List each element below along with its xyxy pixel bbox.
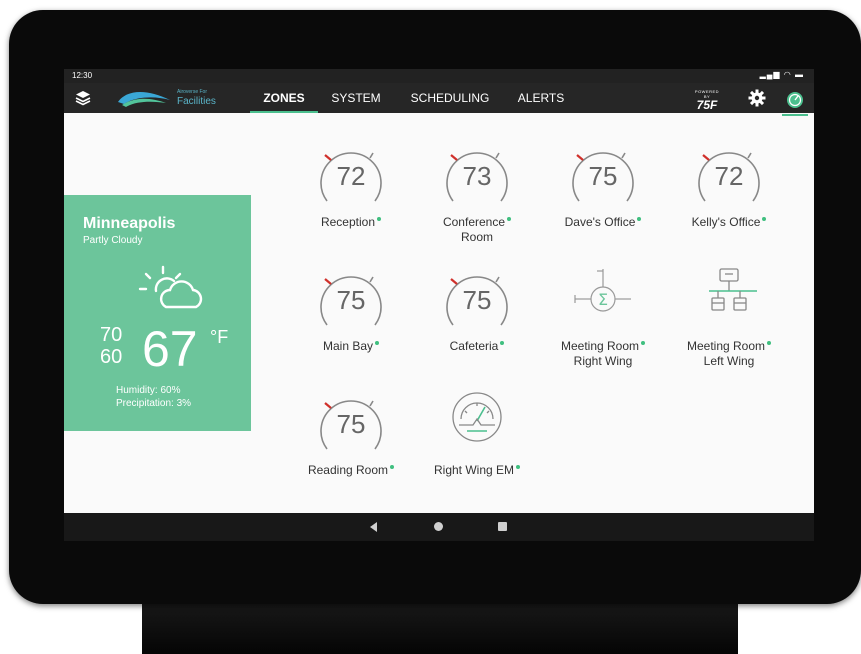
status-dot: [516, 465, 521, 469]
zone-temp-value: 72: [715, 161, 744, 191]
tab-alerts[interactable]: ALERTS: [512, 83, 570, 113]
tab-scheduling[interactable]: SCHEDULING: [400, 83, 500, 113]
dashboard-gauge-icon: [787, 92, 803, 108]
app-screen: 12:30 ▂▄▆ ◠ ▬ Airoverse For Facilities Z…: [64, 69, 814, 541]
zone-tile-meeting-room-left-wing[interactable]: Meeting Room Left Wing: [669, 265, 789, 375]
zone-label: Main Bay: [291, 339, 411, 354]
thermostat-dial: 72: [698, 152, 760, 202]
zone-tile-reception[interactable]: 72 Reception: [291, 141, 411, 251]
zone-label: Right Wing EM: [417, 463, 537, 478]
wifi-icon: ◠: [783, 70, 792, 79]
zone-label-line1: Meeting Room: [686, 339, 766, 353]
zone-tile-meeting-room-right-wing[interactable]: Σ Meeting Room Right Wing: [543, 265, 663, 375]
signal-icon: ▂▄▆: [759, 70, 781, 79]
network-icon: [709, 268, 757, 311]
zone-label: Meeting Room Left Wing: [669, 339, 789, 369]
thermostat-dial: 75: [572, 152, 634, 202]
weather-humidity: Humidity: 60%: [116, 385, 181, 396]
status-bar: 12:30 ▂▄▆ ◠ ▬: [64, 69, 814, 83]
zone-tile-kellys-office[interactable]: 72 Kelly's Office: [669, 141, 789, 251]
zone-label: Dave's Office: [543, 215, 663, 230]
sum-icon: Σ: [574, 269, 631, 312]
zone-label-line1: Reading Room: [307, 463, 389, 477]
energy-meter-icon: [452, 392, 502, 442]
powered-brand-text: 75F: [696, 98, 718, 112]
zone-temp-value: 75: [337, 285, 366, 315]
thermostat-dial: 75: [320, 400, 382, 450]
zone-label-line1: Dave's Office: [564, 215, 636, 229]
status-dot: [762, 217, 767, 221]
zone-label: Kelly's Office: [669, 215, 789, 230]
recent-apps-icon[interactable]: [498, 522, 507, 531]
temp-high: 70: [100, 324, 123, 346]
status-dot: [377, 217, 382, 221]
gear-icon[interactable]: [748, 89, 766, 107]
zone-tile-reading-room[interactable]: 75 Reading Room: [291, 389, 411, 499]
weather-condition: Partly Cloudy: [83, 235, 143, 246]
zone-temp-value: 75: [463, 285, 492, 315]
zone-label-line1: Conference: [442, 215, 506, 229]
status-dot: [390, 465, 395, 469]
home-icon[interactable]: [434, 522, 443, 531]
zone-label: Reception: [291, 215, 411, 230]
zone-label: Meeting Room Right Wing: [543, 339, 663, 369]
zone-label-line1: Cafeteria: [449, 339, 499, 353]
status-dot: [507, 217, 512, 221]
logo-big-text: Facilities: [177, 96, 216, 107]
weather-precipitation: Precipitation: 3%: [116, 398, 192, 409]
zone-temp-value: 75: [337, 409, 366, 439]
zone-label-line1: Right Wing EM: [433, 463, 515, 477]
zone-temp-value: 73: [463, 161, 492, 191]
zone-tile-right-wing-em[interactable]: Right Wing EM: [417, 389, 537, 499]
status-dot: [375, 341, 380, 345]
zone-tile-daves-office[interactable]: 75 Dave's Office: [543, 141, 663, 251]
zone-label: Cafeteria: [417, 339, 537, 354]
zone-label-line2: Room: [460, 230, 493, 244]
android-nav-bar: [64, 513, 814, 541]
status-time: 12:30: [72, 71, 93, 80]
zone-tile-cafeteria[interactable]: 75 Cafeteria: [417, 265, 537, 375]
zone-label-line1: Main Bay: [322, 339, 374, 353]
logo-text: Airoverse For Facilities: [177, 88, 216, 107]
zone-temp-value: 75: [589, 161, 618, 191]
status-dot: [637, 217, 642, 221]
weather-city: Minneapolis: [83, 215, 176, 232]
zone-label: Conference Room: [417, 215, 537, 245]
airoverse-logo: [118, 91, 170, 107]
zone-label-line2: Left Wing: [703, 354, 755, 368]
status-dot: [641, 341, 646, 345]
tab-zones[interactable]: ZONES: [250, 83, 318, 113]
thermostat-dial: 75: [320, 276, 382, 326]
weather-panel: Minneapolis Partly Cloudy 70 60 67 °F Hu…: [64, 195, 251, 431]
thermostat-dial: 72: [320, 152, 382, 202]
status-icons: ▂▄▆ ◠ ▬: [760, 70, 804, 79]
top-nav: Airoverse For Facilities ZONES SYSTEM SC…: [64, 83, 814, 116]
battery-icon: ▬: [795, 70, 804, 79]
status-dot: [767, 341, 772, 345]
svg-text:Σ: Σ: [598, 290, 608, 309]
thermostat-dial: 73: [446, 152, 508, 202]
powered-by-75f: POWERED BY 75F: [691, 89, 723, 111]
zone-temp-value: 72: [337, 161, 366, 191]
back-icon[interactable]: [370, 522, 377, 532]
partly-cloudy-icon: [138, 265, 203, 309]
tab-system[interactable]: SYSTEM: [326, 83, 386, 113]
temp-unit: °F: [210, 327, 229, 347]
zone-label-line2: Right Wing: [573, 354, 633, 368]
zone-label-line1: Reception: [320, 215, 376, 229]
layers-icon[interactable]: [74, 89, 92, 107]
zone-label: Reading Room: [291, 463, 411, 478]
zone-tile-conference-room[interactable]: 73 Conference Room: [417, 141, 537, 251]
zone-tile-main-bay[interactable]: 75 Main Bay: [291, 265, 411, 375]
status-dot: [500, 341, 505, 345]
thermostat-dial: 75: [446, 276, 508, 326]
zone-label-line1: Meeting Room: [560, 339, 640, 353]
dashboard-button[interactable]: [780, 86, 810, 116]
temp-current: 67: [142, 321, 198, 377]
temp-low: 60: [100, 346, 123, 368]
zone-label-line1: Kelly's Office: [691, 215, 761, 229]
